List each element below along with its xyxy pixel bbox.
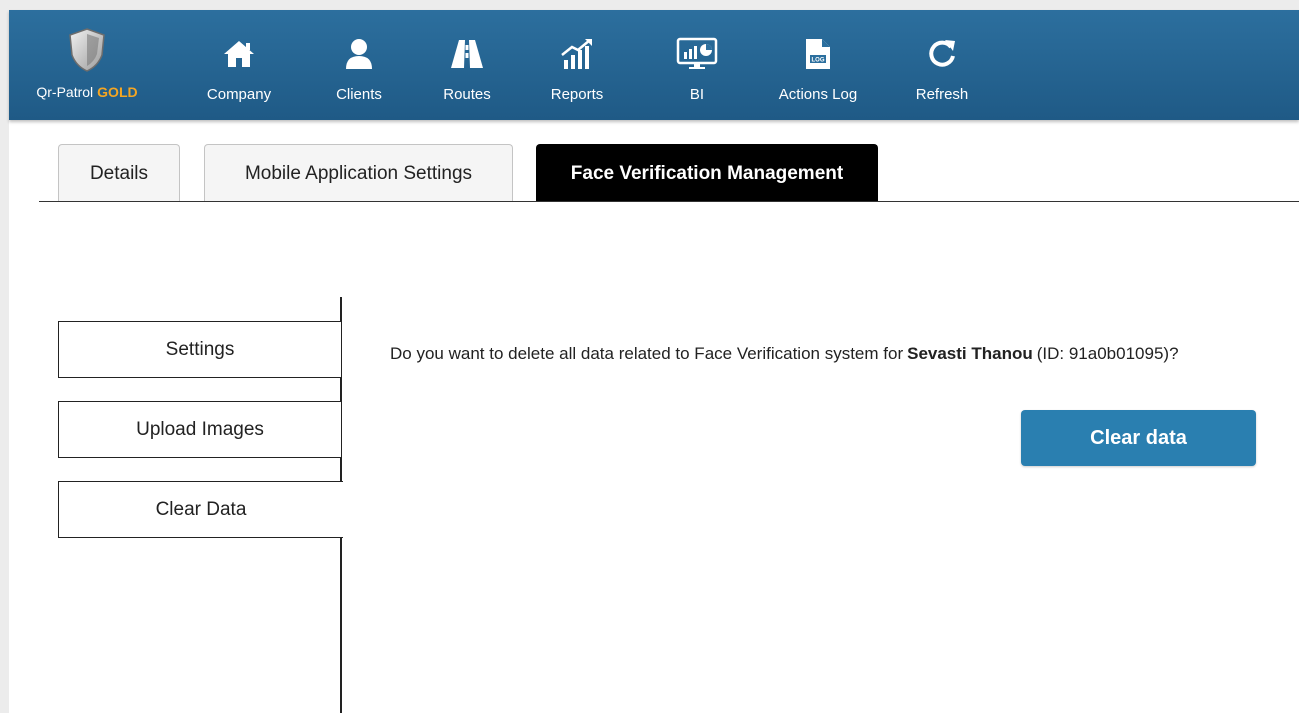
top-navbar: Qr-Patrol GOLD Company Clients Routes Re… xyxy=(9,10,1299,120)
question-prefix: Do you want to delete all data related t… xyxy=(390,344,904,363)
nav-routes[interactable]: Routes xyxy=(427,10,507,120)
brand-tier: GOLD xyxy=(97,84,138,100)
nav-reports[interactable]: Reports xyxy=(537,10,617,120)
side-item-settings[interactable]: Settings xyxy=(58,321,342,378)
clear-data-button[interactable]: Clear data xyxy=(1021,410,1256,466)
active-tab-gap xyxy=(340,483,343,536)
nav-actions-log-label: Actions Log xyxy=(778,86,858,103)
nav-bi-label: BI xyxy=(689,86,705,103)
delete-confirmation-text: Do you want to delete all data related t… xyxy=(390,340,1270,368)
nav-actions-log[interactable]: LOG Actions Log xyxy=(763,10,873,120)
side-item-clear-data[interactable]: Clear Data xyxy=(58,481,343,538)
nav-routes-label: Routes xyxy=(443,86,491,103)
nav-reports-label: Reports xyxy=(550,86,604,103)
tab-mobile-application-settings[interactable]: Mobile Application Settings xyxy=(204,144,513,202)
svg-text:LOG: LOG xyxy=(812,58,825,64)
brand-logo[interactable]: Qr-Patrol GOLD xyxy=(17,10,157,120)
nav-refresh-label: Refresh xyxy=(915,86,969,103)
refresh-icon xyxy=(926,34,958,74)
tab-details[interactable]: Details xyxy=(58,144,180,202)
question-suffix: (ID: 91a0b01095)? xyxy=(1036,344,1179,363)
side-item-upload-images[interactable]: Upload Images xyxy=(58,401,342,458)
tab-face-verification-management[interactable]: Face Verification Management xyxy=(536,144,878,202)
nav-bi[interactable]: BI xyxy=(657,10,737,120)
tabs-divider xyxy=(39,201,1299,202)
brand-name: Qr-Patrol xyxy=(36,84,94,100)
person-name: Sevasti Thanou xyxy=(907,344,1033,363)
nav-clients-label: Clients xyxy=(336,86,382,103)
chart-icon xyxy=(560,34,594,74)
user-icon xyxy=(344,34,374,74)
road-icon xyxy=(450,34,484,74)
nav-clients[interactable]: Clients xyxy=(319,10,399,120)
monitor-chart-icon xyxy=(676,34,718,74)
home-icon xyxy=(222,34,256,74)
nav-refresh[interactable]: Refresh xyxy=(902,10,982,120)
nav-company[interactable]: Company xyxy=(199,10,279,120)
nav-company-label: Company xyxy=(206,86,272,103)
log-file-icon: LOG xyxy=(804,34,832,74)
shield-icon xyxy=(67,26,107,74)
